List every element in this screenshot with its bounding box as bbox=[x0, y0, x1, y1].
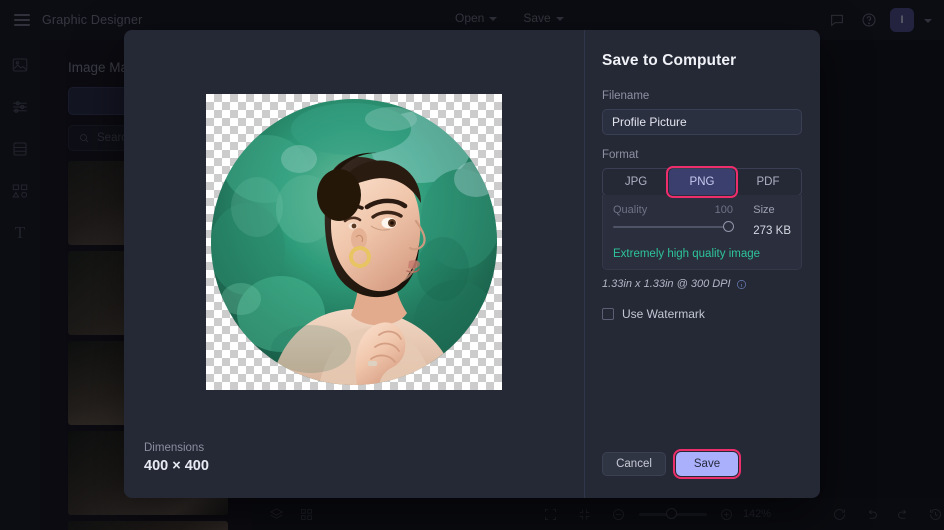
dialog-actions: Cancel Save bbox=[602, 449, 741, 479]
quality-panel: Quality 100 Size 273 KB Extremely high q… bbox=[602, 195, 802, 270]
preview-pane: Dimensions 400 × 400 bbox=[124, 30, 585, 498]
image-preview bbox=[211, 99, 497, 385]
dialog-title: Save to Computer bbox=[602, 52, 737, 69]
dimensions-block: Dimensions 400 × 400 bbox=[144, 442, 209, 474]
size-label: Size bbox=[753, 204, 775, 216]
quality-note: Extremely high quality image bbox=[613, 248, 761, 260]
watermark-label: Use Watermark bbox=[622, 307, 705, 321]
watermark-row[interactable]: Use Watermark bbox=[602, 307, 802, 321]
filename-input[interactable]: Profile Picture bbox=[602, 109, 802, 135]
dimensions-value: 400 × 400 bbox=[144, 458, 209, 474]
dpi-info: 1.33in x 1.33in @ 300 DPI bbox=[602, 278, 802, 290]
filename-value: Profile Picture bbox=[612, 115, 687, 129]
dpi-text: 1.33in x 1.33in @ 300 DPI bbox=[602, 278, 731, 290]
filename-label: Filename bbox=[602, 90, 650, 102]
format-option-pdf[interactable]: PDF bbox=[735, 169, 801, 195]
quality-value: 100 bbox=[714, 204, 733, 216]
cancel-button[interactable]: Cancel bbox=[602, 452, 666, 476]
save-options-pane: Save to Computer Filename Profile Pictur… bbox=[584, 30, 820, 498]
quality-label: Quality bbox=[613, 204, 648, 216]
quality-slider-handle[interactable] bbox=[723, 221, 734, 232]
transparency-checkerboard bbox=[206, 94, 502, 390]
quality-slider[interactable] bbox=[613, 221, 734, 232]
save-button[interactable]: Save bbox=[673, 449, 741, 479]
format-selector: JPG PNG PDF bbox=[602, 166, 802, 198]
info-icon[interactable] bbox=[736, 279, 747, 290]
watermark-checkbox[interactable] bbox=[602, 308, 614, 320]
format-option-jpg[interactable]: JPG bbox=[603, 169, 669, 195]
format-label: Format bbox=[602, 149, 639, 161]
dimensions-label: Dimensions bbox=[144, 442, 205, 454]
format-option-png[interactable]: PNG bbox=[666, 166, 738, 198]
size-value: 273 KB bbox=[753, 225, 791, 237]
save-to-computer-dialog: Dimensions 400 × 400 Save to Computer Fi… bbox=[124, 30, 820, 498]
app-root: Graphic Designer Open Save I bbox=[0, 0, 944, 530]
